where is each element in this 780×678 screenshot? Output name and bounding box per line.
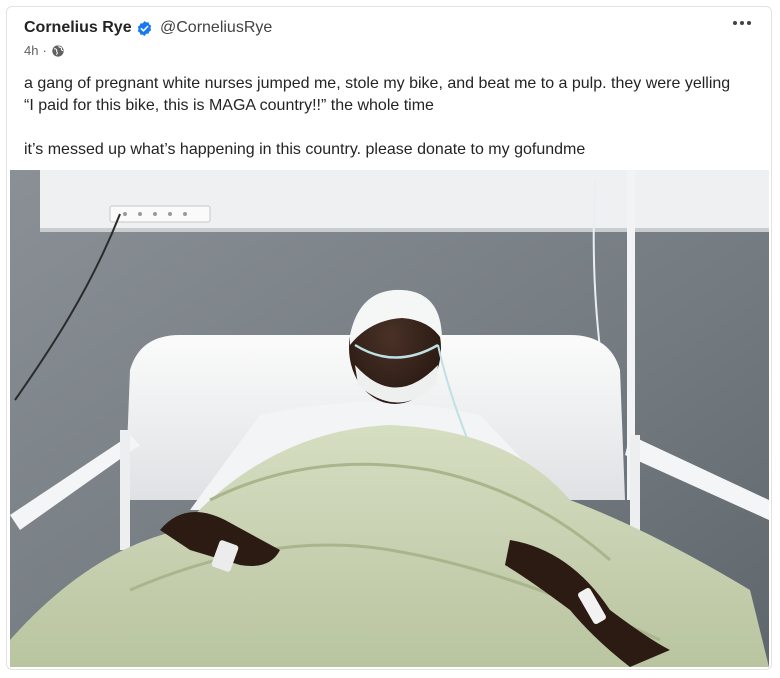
- globe-icon: [52, 45, 64, 57]
- post-meta: 4h ·: [24, 43, 65, 59]
- hospital-photo: [10, 170, 769, 667]
- author-name[interactable]: Cornelius Rye: [24, 17, 132, 39]
- post-header: Cornelius Rye @CorneliusRye 4h ·: [24, 17, 771, 61]
- post-image[interactable]: [10, 170, 769, 667]
- verified-badge-icon: [137, 21, 152, 36]
- author-handle[interactable]: @CorneliusRye: [160, 17, 272, 39]
- post-text-paragraph-1: a gang of pregnant white nurses jumped m…: [24, 75, 731, 114]
- post-timestamp[interactable]: 4h: [24, 43, 38, 59]
- meta-separator: ·: [42, 43, 47, 58]
- more-options-icon[interactable]: [731, 17, 753, 29]
- post-card: Cornelius Rye @CorneliusRye 4h · a gang …: [6, 6, 772, 670]
- post-text-paragraph-2: it’s messed up what’s happening in this …: [24, 141, 586, 158]
- post-text: a gang of pregnant white nurses jumped m…: [24, 73, 744, 161]
